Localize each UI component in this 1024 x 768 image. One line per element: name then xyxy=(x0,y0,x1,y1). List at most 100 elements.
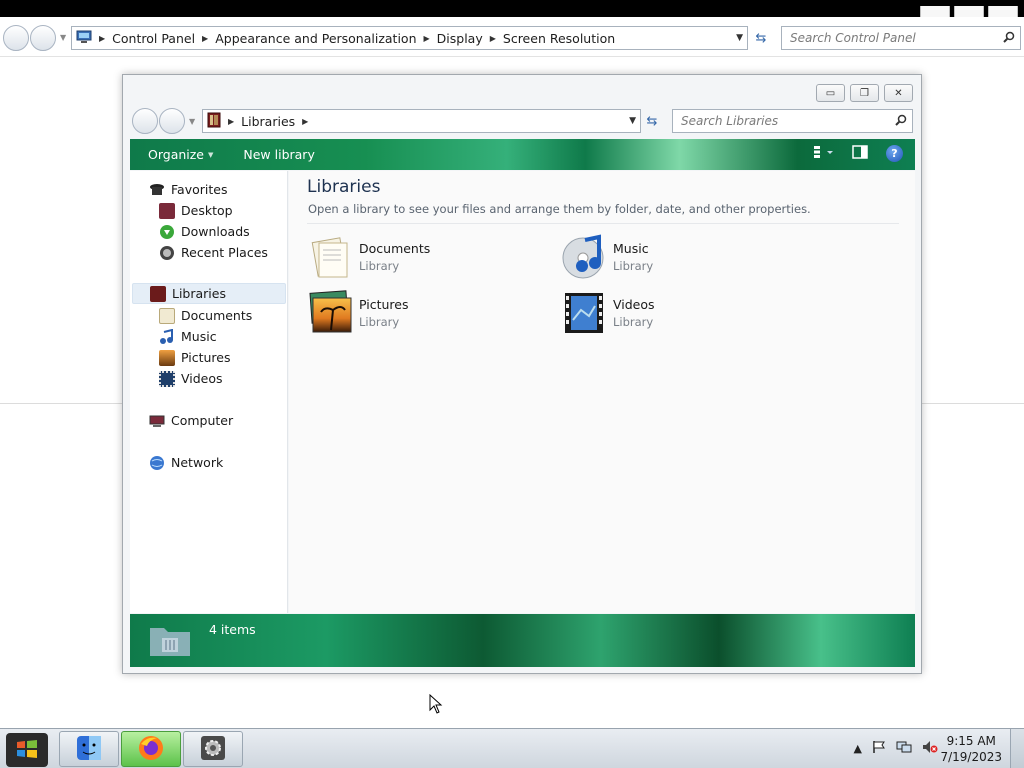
breadcrumb-separator: ▶ xyxy=(489,33,496,43)
recent-pages-dropdown[interactable]: ▼ xyxy=(60,33,68,42)
network-globe-icon xyxy=(149,455,165,471)
back-button[interactable] xyxy=(3,25,29,51)
maximize-button[interactable]: ❐ xyxy=(850,84,879,102)
window-caption-buttons: ▭ ❐ ✕ xyxy=(816,84,913,102)
search-placeholder: Search Control Panel xyxy=(790,31,916,45)
background-window-titlebar xyxy=(0,0,1024,18)
library-type: Library xyxy=(613,315,654,329)
breadcrumb-appearance[interactable]: Appearance and Personalization xyxy=(215,31,416,46)
chevron-down-icon: ▼ xyxy=(208,150,214,159)
breadcrumb-control-panel[interactable]: Control Panel xyxy=(112,31,195,46)
preview-pane-icon[interactable] xyxy=(852,145,868,162)
clock-time: 9:15 AM xyxy=(946,734,996,748)
start-button[interactable] xyxy=(6,733,48,767)
taskbar: ▲ 9:15 AM 7/19/2023 xyxy=(0,728,1024,768)
minimize-button[interactable]: ▭ xyxy=(816,84,845,102)
search-icon[interactable] xyxy=(895,114,907,126)
forward-button[interactable] xyxy=(159,108,185,134)
library-pictures[interactable]: Pictures Library xyxy=(307,289,537,337)
refresh-icon[interactable]: ⇆ xyxy=(641,109,663,133)
taskbar-finder-button[interactable] xyxy=(59,731,119,767)
windows-logo-icon xyxy=(16,739,38,762)
recent-pages-dropdown[interactable]: ▼ xyxy=(189,117,197,126)
library-type: Library xyxy=(359,259,400,273)
nav-favorites[interactable]: Favorites xyxy=(149,179,227,200)
library-music[interactable]: Music Library xyxy=(561,233,791,281)
new-library-label: New library xyxy=(243,147,315,162)
documents-library-icon xyxy=(307,234,353,280)
back-button[interactable] xyxy=(132,108,158,134)
nav-music[interactable]: Music xyxy=(159,326,217,347)
nav-videos-label: Videos xyxy=(181,371,223,386)
nav-documents[interactable]: Documents xyxy=(159,305,252,326)
breadcrumb-screen-resolution[interactable]: Screen Resolution xyxy=(503,31,615,46)
show-desktop-button[interactable] xyxy=(1010,729,1024,768)
show-hidden-icons-icon[interactable]: ▲ xyxy=(854,742,862,755)
nav-pictures-label: Pictures xyxy=(181,350,231,365)
nav-network[interactable]: Network xyxy=(149,452,223,473)
change-view-icon[interactable] xyxy=(812,145,834,162)
library-name: Videos xyxy=(613,297,655,312)
breadcrumb-display[interactable]: Display xyxy=(437,31,483,46)
command-bar: Organize ▼ New library ? xyxy=(130,139,915,170)
address-bar[interactable]: ▶ Control Panel ▶ Appearance and Persona… xyxy=(71,26,748,50)
details-pane: 4 items xyxy=(130,614,915,667)
breadcrumb-separator: ▶ xyxy=(202,33,209,43)
pictures-library-icon xyxy=(307,290,353,336)
libraries-window: ▭ ❐ ✕ ▼ ▶ Libraries ▶ ▼ ⇆ Search Librari… xyxy=(122,74,922,674)
nav-recent-places-label: Recent Places xyxy=(181,245,268,260)
library-videos[interactable]: Videos Library xyxy=(561,289,791,337)
organize-button[interactable]: Organize ▼ xyxy=(148,147,213,162)
close-button[interactable]: ✕ xyxy=(884,84,913,102)
nav-pictures[interactable]: Pictures xyxy=(159,347,231,368)
divider xyxy=(307,223,899,224)
breadcrumb-separator: ▶ xyxy=(423,33,430,43)
address-bar[interactable]: ▶ Libraries ▶ ▼ xyxy=(202,109,641,133)
nav-videos[interactable]: Videos xyxy=(159,368,223,389)
refresh-icon[interactable]: ⇆ xyxy=(750,26,772,50)
view-controls: ? xyxy=(812,145,903,162)
action-center-flag-icon[interactable] xyxy=(872,740,886,757)
page-subtitle: Open a library to see your files and arr… xyxy=(308,202,811,216)
desktop-icon xyxy=(159,202,175,219)
system-tray: ▲ xyxy=(854,740,938,757)
libraries-icon xyxy=(207,112,221,131)
libraries-icon xyxy=(150,285,166,302)
volume-muted-icon[interactable] xyxy=(922,740,938,757)
new-library-button[interactable]: New library xyxy=(243,147,314,162)
nav-recent-places[interactable]: Recent Places xyxy=(159,242,268,263)
network-status-icon[interactable] xyxy=(896,740,912,757)
nav-computer[interactable]: Computer xyxy=(149,410,233,431)
videos-icon xyxy=(159,370,175,387)
forward-button[interactable] xyxy=(30,25,56,51)
nav-documents-label: Documents xyxy=(181,308,253,323)
library-type: Library xyxy=(613,259,654,273)
clock-date: 7/19/2023 xyxy=(940,750,1002,764)
nav-downloads-label: Downloads xyxy=(181,224,250,239)
nav-downloads[interactable]: Downloads xyxy=(159,221,250,242)
breadcrumb-separator: ▶ xyxy=(228,116,235,126)
address-dropdown-icon[interactable]: ▼ xyxy=(629,116,636,126)
breadcrumb-libraries[interactable]: Libraries xyxy=(241,114,295,129)
libraries-navbar: ▼ ▶ Libraries ▶ ▼ ⇆ Search Libraries xyxy=(131,108,915,138)
nav-desktop[interactable]: Desktop xyxy=(159,200,233,221)
clock[interactable]: 9:15 AM 7/19/2023 xyxy=(940,733,1002,765)
music-library-icon xyxy=(561,234,607,280)
address-dropdown-icon[interactable]: ▼ xyxy=(736,33,743,43)
search-libraries-input[interactable]: Search Libraries xyxy=(672,109,913,133)
nav-libraries-label: Libraries xyxy=(172,286,226,301)
help-icon[interactable]: ? xyxy=(886,145,903,162)
breadcrumb-separator: ▶ xyxy=(302,116,309,126)
search-control-panel-input[interactable]: Search Control Panel xyxy=(781,26,1021,50)
library-documents[interactable]: Documents Library xyxy=(307,233,537,281)
search-icon[interactable] xyxy=(1003,31,1015,43)
library-name: Music xyxy=(613,241,649,256)
background-divider xyxy=(0,403,122,404)
taskbar-firefox-button[interactable] xyxy=(121,731,181,767)
library-name: Documents xyxy=(359,241,431,256)
taskbar-settings-button[interactable] xyxy=(183,731,243,767)
library-type: Library xyxy=(359,315,400,329)
nav-libraries[interactable]: Libraries xyxy=(132,283,286,304)
item-count: 4 items xyxy=(209,622,256,637)
nav-computer-label: Computer xyxy=(171,413,234,428)
